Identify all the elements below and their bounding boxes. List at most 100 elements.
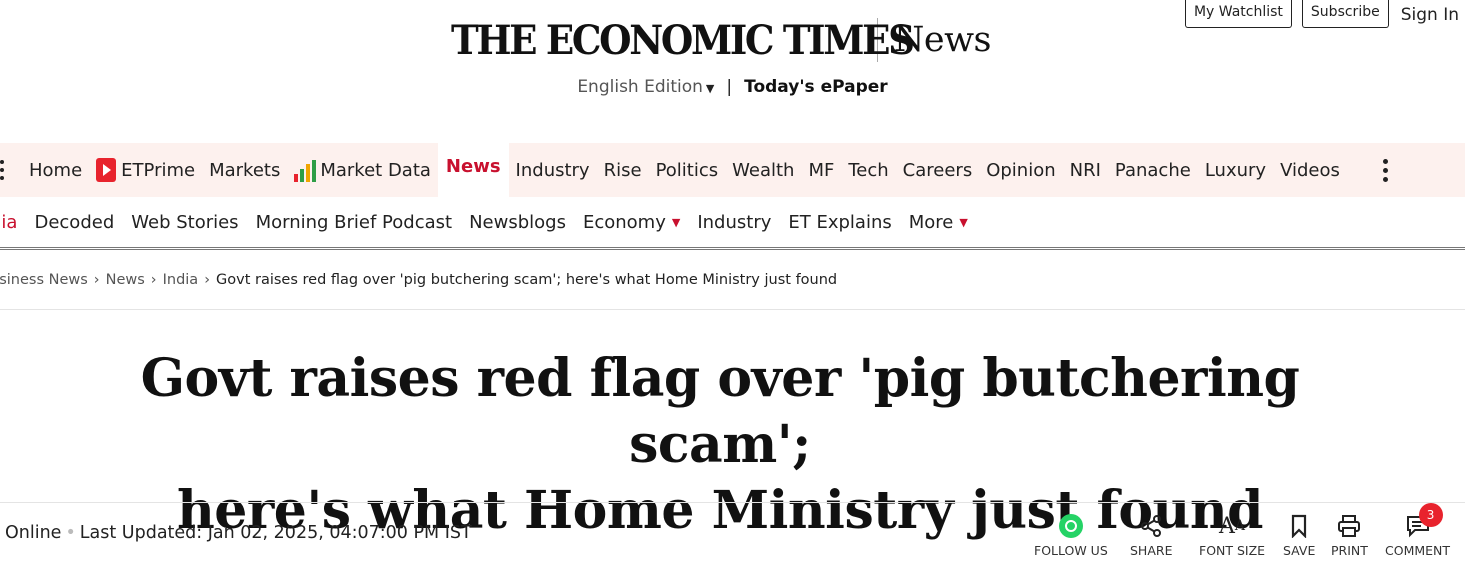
nav-label: Careers	[902, 159, 973, 181]
byline: Online • Last Updated: Jan 02, 2025, 04:07…	[5, 523, 472, 543]
nav-item-tech[interactable]: Tech	[841, 143, 895, 197]
subnav-item-more[interactable]: More ▼	[909, 212, 968, 233]
nav-item-market-data[interactable]: Market Data	[287, 143, 438, 197]
my-watchlist-button[interactable]: My Watchlist	[1184, 0, 1292, 28]
account-links: My Watchlist Subscribe Sign In	[1175, 0, 1459, 28]
nav-item-news[interactable]: News	[437, 143, 509, 197]
subnav-item-newsblogs[interactable]: Newsblogs	[469, 212, 566, 233]
etprime-icon	[96, 158, 117, 182]
byline-source: Online	[5, 523, 62, 543]
breadcrumb-link[interactable]: India	[163, 272, 199, 288]
nav-label: News	[445, 155, 501, 177]
font-size-button[interactable]: AA FONT SIZE	[1199, 512, 1265, 562]
nav-label: Politics	[655, 159, 719, 181]
primary-nav: Home ETPrime Markets Market Data News In…	[0, 143, 1465, 197]
caret-down-icon: ▼	[671, 216, 681, 229]
subnav-item-morning-brief-podcast[interactable]: Morning Brief Podcast	[256, 212, 453, 233]
nav-label: NRI	[1069, 159, 1101, 181]
nav-label: Opinion	[986, 159, 1056, 181]
divider	[0, 309, 1465, 310]
nav-label: Market Data	[320, 159, 431, 181]
nav-label: Tech	[848, 159, 889, 181]
secondary-nav: dia Decoded Web Stories Morning Brief Po…	[0, 198, 1465, 250]
breadcrumb-separator: ›	[93, 272, 100, 288]
tool-label: SAVE	[1283, 543, 1316, 558]
edition-separator: |	[726, 77, 733, 97]
nav-label: Videos	[1280, 159, 1340, 181]
comment-icon: 3	[1405, 503, 1443, 540]
nav-item-mf[interactable]: MF	[801, 143, 841, 197]
article-tools: FOLLOW US SHARE AA FONT SIZE SAVE PRINT …	[1030, 503, 1465, 562]
subnav-item-decoded[interactable]: Decoded	[34, 212, 114, 233]
nav-label: MF	[808, 159, 835, 181]
nav-item-opinion[interactable]: Opinion	[979, 143, 1062, 197]
nav-item-home[interactable]: Home	[22, 143, 89, 197]
nav-label: Panache	[1114, 159, 1191, 181]
subscribe-button[interactable]: Subscribe	[1301, 0, 1389, 28]
caret-down-icon: ▼	[705, 82, 715, 95]
nav-label: Home	[29, 159, 83, 181]
breadcrumb-separator: ›	[150, 272, 157, 288]
font-size-icon: AA	[1219, 513, 1246, 539]
nav-item-luxury[interactable]: Luxury	[1198, 143, 1273, 197]
comment-button[interactable]: 3 COMMENT	[1385, 503, 1451, 562]
nav-item-panache[interactable]: Panache	[1108, 143, 1198, 197]
headline-line: Govt raises red flag over 'pig butcherin…	[140, 348, 1300, 475]
nav-item-nri[interactable]: NRI	[1063, 143, 1108, 197]
subnav-item-et-explains[interactable]: ET Explains	[788, 212, 891, 233]
edition-label: English Edition	[577, 77, 703, 97]
byline-dot: •	[65, 523, 76, 543]
edition-row: English Edition ▼ | Today's ePaper	[0, 77, 1465, 97]
nav-label: Industry	[515, 159, 590, 181]
nav-label: ETPrime	[121, 159, 196, 181]
nav-item-politics[interactable]: Politics	[649, 143, 726, 197]
masthead: THE ECONOMIC TIMES News	[451, 14, 992, 66]
subnav-item-economy[interactable]: Economy ▼	[583, 212, 680, 233]
nav-item-videos[interactable]: Videos	[1273, 143, 1347, 197]
et-logo[interactable]: THE ECONOMIC TIMES	[451, 17, 915, 64]
subnav-item-india[interactable]: dia	[0, 212, 17, 233]
tool-label: PRINT	[1331, 543, 1368, 558]
market-data-icon	[294, 158, 317, 182]
nav-item-markets[interactable]: Markets	[202, 143, 287, 197]
byline-updated: Last Updated: Jan 02, 2025, 04:07:00 PM …	[79, 523, 472, 543]
nav-item-etprime[interactable]: ETPrime	[89, 143, 202, 197]
breadcrumb-link[interactable]: News	[106, 272, 145, 288]
nav-label: Rise	[603, 159, 642, 181]
epaper-link[interactable]: Today's ePaper	[744, 77, 888, 97]
nav-label: Wealth	[732, 159, 795, 181]
more-menu-icon[interactable]	[1379, 157, 1393, 185]
tool-label: SHARE	[1130, 543, 1173, 558]
print-icon	[1337, 512, 1361, 540]
share-button[interactable]: SHARE	[1130, 512, 1172, 562]
subnav-label: More	[908, 212, 954, 233]
breadcrumb-current: Govt raises red flag over 'pig butcherin…	[216, 272, 838, 288]
divider	[0, 502, 1465, 503]
subnav-item-industry[interactable]: Industry	[697, 212, 771, 233]
subnav-item-web-stories[interactable]: Web Stories	[131, 212, 238, 233]
hamburger-menu-icon[interactable]	[0, 143, 22, 197]
save-button[interactable]: SAVE	[1283, 512, 1315, 562]
tool-label: FOLLOW US	[1034, 543, 1108, 558]
sign-in-link[interactable]: Sign In	[1401, 3, 1459, 25]
tool-label: FONT SIZE	[1199, 543, 1266, 558]
nav-label: Markets	[209, 159, 281, 181]
nav-item-rise[interactable]: Rise	[597, 143, 649, 197]
breadcrumb-link[interactable]: usiness News	[0, 272, 88, 288]
edition-selector[interactable]: English Edition ▼	[577, 77, 714, 97]
breadcrumb-separator: ›	[204, 272, 211, 288]
nav-label: Luxury	[1204, 159, 1267, 181]
tool-label: COMMENT	[1385, 543, 1451, 558]
print-button[interactable]: PRINT	[1331, 512, 1368, 562]
bookmark-icon	[1291, 512, 1307, 540]
nav-item-industry[interactable]: Industry	[509, 143, 597, 197]
nav-item-wealth[interactable]: Wealth	[725, 143, 801, 197]
subnav-label: Economy	[582, 212, 666, 233]
breadcrumb: usiness News › News › India › Govt raises red …	[0, 272, 837, 288]
comment-count-badge: 3	[1418, 503, 1443, 527]
follow-us-button[interactable]: FOLLOW US	[1034, 512, 1108, 562]
caret-down-icon: ▼	[959, 216, 968, 229]
nav-item-careers[interactable]: Careers	[896, 143, 980, 197]
whatsapp-icon	[1058, 514, 1083, 538]
share-icon	[1139, 512, 1163, 540]
